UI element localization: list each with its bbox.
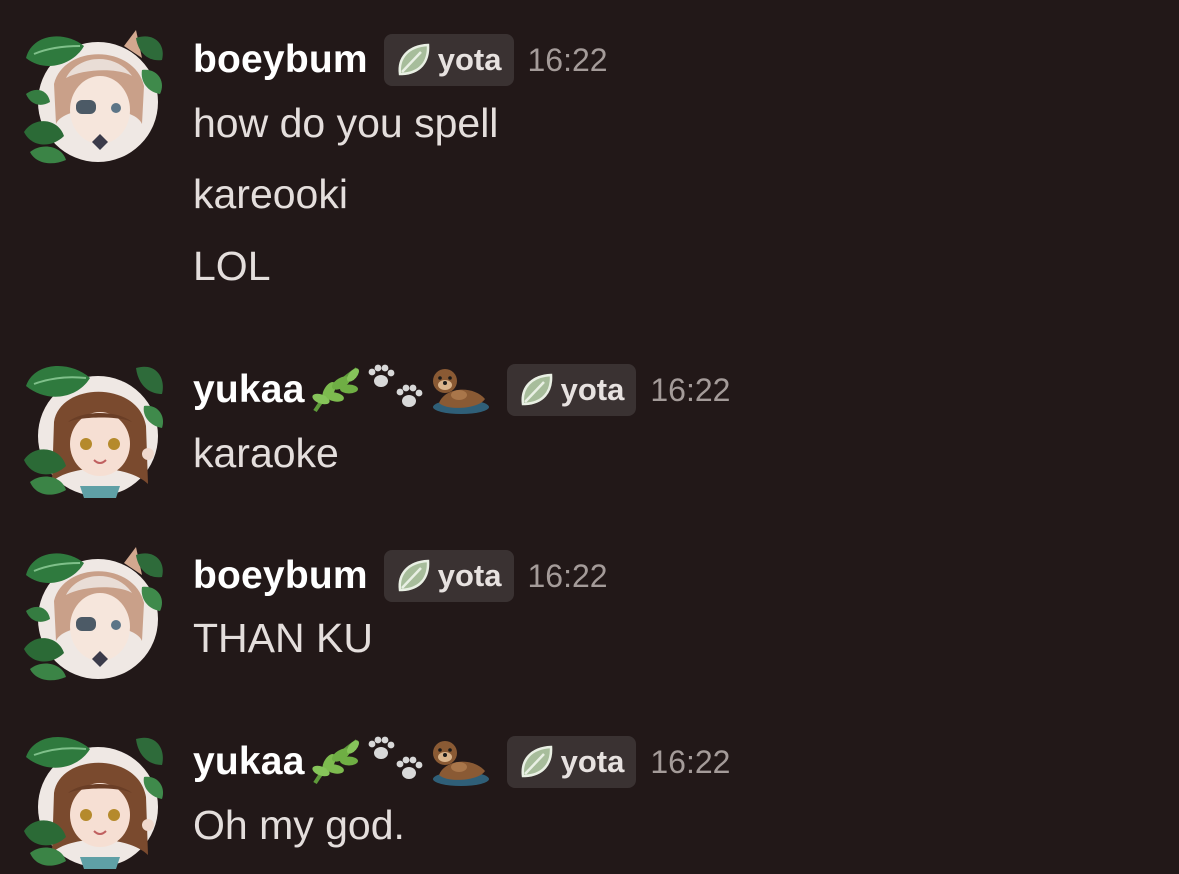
message-header: boeybum yota 16:22 — [193, 546, 608, 606]
paw-prints-icon — [368, 736, 422, 779]
otter-icon — [432, 369, 489, 414]
chat-log: boeybum yota 16:22 how do you spell kare… — [0, 0, 1179, 874]
message-header: boeybum yota 16:22 — [193, 30, 608, 90]
otter-icon — [432, 741, 489, 786]
paw-prints-icon — [368, 364, 422, 407]
guild-tag[interactable]: yota — [506, 736, 637, 788]
avatar[interactable] — [24, 24, 166, 166]
avatar[interactable] — [24, 356, 166, 498]
guild-tag-label: yota — [437, 558, 502, 593]
leaf-icon — [517, 742, 557, 782]
message-text: karaoke — [193, 430, 339, 476]
guild-tag-label: yota — [560, 372, 625, 407]
guild-tag[interactable]: yota — [506, 364, 637, 416]
message-text: how do you spell — [193, 100, 499, 146]
name-decorations — [307, 363, 491, 417]
herb-icon — [311, 367, 359, 413]
message-text: Oh my god. — [193, 802, 405, 848]
guild-tag-label: yota — [437, 42, 502, 77]
message-header: yukaa yota 16:22 — [193, 360, 730, 420]
message-text: kareooki — [193, 171, 348, 217]
timestamp[interactable]: 16:22 — [650, 744, 730, 781]
name-decorations — [307, 735, 491, 789]
message-header: yukaa yota 16:22 — [193, 732, 730, 792]
username[interactable]: boeybum — [193, 38, 368, 82]
guild-tag[interactable]: yota — [383, 550, 514, 602]
timestamp[interactable]: 16:22 — [528, 42, 608, 79]
message-text: THAN KU — [193, 615, 373, 661]
username[interactable]: yukaa — [193, 740, 305, 784]
leaf-icon — [394, 556, 434, 596]
username[interactable]: boeybum — [193, 554, 368, 598]
avatar[interactable] — [24, 541, 166, 683]
herb-icon — [311, 739, 359, 785]
username[interactable]: yukaa — [193, 368, 305, 412]
message-text: LOL — [193, 243, 271, 289]
leaf-icon — [517, 370, 557, 410]
guild-tag-label: yota — [560, 744, 625, 779]
timestamp[interactable]: 16:22 — [528, 558, 608, 595]
avatar[interactable] — [24, 727, 166, 869]
guild-tag[interactable]: yota — [383, 34, 514, 86]
timestamp[interactable]: 16:22 — [650, 372, 730, 409]
leaf-icon — [394, 40, 434, 80]
